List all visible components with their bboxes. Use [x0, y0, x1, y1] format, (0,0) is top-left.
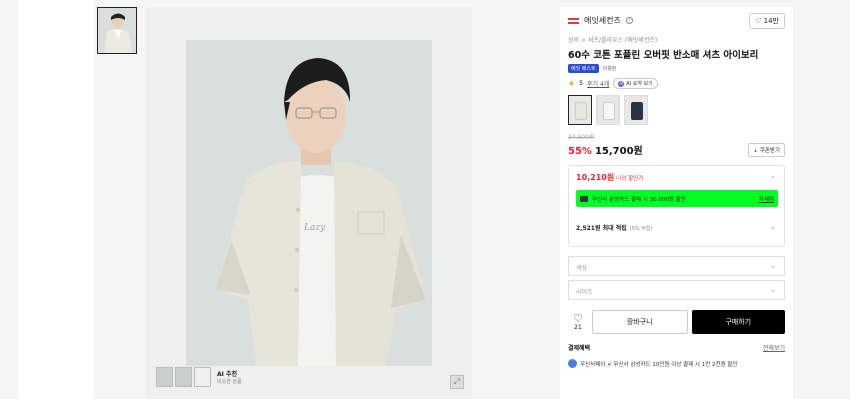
price-row: 55% 15,700원 ⇣ 쿠폰받기: [560, 141, 793, 157]
coupon-label: 쿠폰받기: [759, 147, 780, 154]
ai-summary-button[interactable]: AI AI 요약 보기: [613, 78, 658, 89]
card-promo-detail-link[interactable]: 자세히: [759, 195, 774, 203]
like-count: 21: [574, 324, 582, 331]
rating-value: 5: [579, 80, 583, 87]
ai-recommend-sub: 비슷한 상품: [217, 379, 242, 385]
product-photo: Lazy: [186, 40, 432, 366]
payment-view-all-link[interactable]: 전체보기: [763, 343, 785, 352]
color-swatch-navy[interactable]: [624, 95, 648, 125]
heart-icon: ♡: [755, 16, 762, 25]
payment-benefits-header: 결제혜택 전체보기: [568, 343, 785, 352]
color-swatch-ivory[interactable]: [568, 95, 592, 125]
brand-link[interactable]: 에잇세컨즈 i: [568, 15, 633, 26]
size-select-placeholder: 사이즈: [576, 289, 593, 296]
ai-recommend-title: AI 추천: [217, 371, 238, 378]
card-icon: [580, 195, 588, 202]
review-link[interactable]: 후기 4개: [587, 79, 609, 88]
benefit-box: 10,210원 나의 할인가 ⌄ 무신사 삼성카드 결제 시 30,000원 할인…: [568, 165, 785, 247]
color-select-placeholder: 색상: [576, 265, 588, 272]
brand-name: 에잇세컨즈: [584, 16, 621, 25]
product-tags: 에잇 베스트 이월된: [560, 61, 793, 73]
pay-icon: [568, 359, 577, 368]
brand-logo: [568, 17, 579, 24]
mini-thumb[interactable]: [156, 367, 173, 387]
like-button[interactable]: ♡ 21: [568, 313, 588, 331]
mini-thumb[interactable]: [175, 367, 192, 387]
product-info-panel: 에잇세컨즈 i ♡ 14만 상의 > 셔츠/블라우스 (에잇세컨즈) 60수 코…: [560, 7, 793, 399]
price-value: 15,700원: [594, 146, 643, 157]
badge-best: 에잇 베스트: [568, 64, 599, 73]
product-title: 60수 코튼 포플린 오버핏 반소매 셔츠 아이보리: [568, 50, 759, 61]
points-text: 2,521원 최대 적립: [576, 225, 627, 232]
ai-recommend-strip: AI 추천 비슷한 상품: [156, 367, 242, 387]
page: Lazy AI 추천 비슷한 상품 ⤢ 에잇세컨즈 i ♡ 14만 상의 > 셔…: [0, 0, 850, 399]
chevron-down-icon: ⌄: [770, 286, 776, 294]
my-price[interactable]: 10,210원 나의 할인가: [576, 172, 643, 183]
expand-icon[interactable]: ⤢: [450, 375, 464, 389]
chevron-down-icon[interactable]: ⌄: [770, 172, 776, 180]
color-swatch-white[interactable]: [596, 95, 620, 125]
payment-benefit-text: 무신사페이 × 무신사 삼성카드 10만원 이상 결제 시 1만 2천원 할인: [580, 361, 738, 368]
chevron-down-icon[interactable]: ⌄: [770, 223, 776, 231]
info-icon[interactable]: i: [625, 17, 633, 24]
ai-summary-label: AI 요약 보기: [626, 81, 653, 87]
card-promo-text: 무신사 삼성카드 결제 시 30,000원 할인: [592, 196, 686, 203]
ai-icon: AI: [618, 80, 625, 87]
purchase-actions: ♡ 21 장바구니 구매하기: [568, 310, 785, 334]
chevron-down-icon: ⌄: [770, 262, 776, 270]
ai-recommend-label[interactable]: AI 추천 비슷한 상품: [217, 367, 242, 387]
buy-now-button[interactable]: 구매하기: [691, 310, 785, 334]
brand-like-button[interactable]: ♡ 14만: [749, 12, 785, 29]
star-icon: ★: [568, 78, 576, 88]
add-to-cart-button[interactable]: 장바구니: [592, 310, 688, 334]
badge-season: 이월된: [602, 66, 617, 72]
brand-row: 에잇세컨즈 i ♡ 14만: [560, 7, 793, 29]
left-spacer: [18, 0, 94, 399]
mini-thumb[interactable]: [194, 367, 211, 387]
my-price-label: 나의 할인가: [616, 176, 644, 182]
card-promo-banner[interactable]: 무신사 삼성카드 결제 시 30,000원 할인 자세히: [576, 190, 778, 207]
points-row[interactable]: 2,521원 최대 적립 (5% 적립): [576, 223, 652, 232]
color-select[interactable]: 색상 ⌄: [568, 256, 785, 276]
points-sub: (5% 적립): [629, 226, 653, 232]
color-swatches: [560, 89, 793, 125]
svg-text:Lazy: Lazy: [303, 223, 326, 233]
payment-benefit-item[interactable]: 무신사페이 × 무신사 삼성카드 10만원 이상 결제 시 1만 2천원 할인: [568, 359, 785, 368]
heart-icon: ♡: [573, 312, 583, 325]
payment-benefits-title: 결제혜택: [568, 345, 591, 352]
sale-price: 55% 15,700원: [568, 142, 643, 157]
coupon-button[interactable]: ⇣ 쿠폰받기: [748, 142, 785, 157]
size-select[interactable]: 사이즈 ⌄: [568, 280, 785, 300]
rating-row: ★ 5 후기 4개 AI AI 요약 보기: [560, 73, 793, 89]
brand-like-count: 14만: [763, 16, 779, 25]
my-price-value: 10,210원: [576, 173, 615, 182]
product-thumbnail[interactable]: [97, 7, 137, 54]
discount-rate: 55%: [568, 146, 592, 157]
original-price: 34,900원: [568, 134, 595, 141]
product-gallery: Lazy AI 추천 비슷한 상품 ⤢: [146, 7, 472, 399]
breadcrumb[interactable]: 상의 > 셔츠/블라우스 (에잇세컨즈): [560, 29, 793, 44]
